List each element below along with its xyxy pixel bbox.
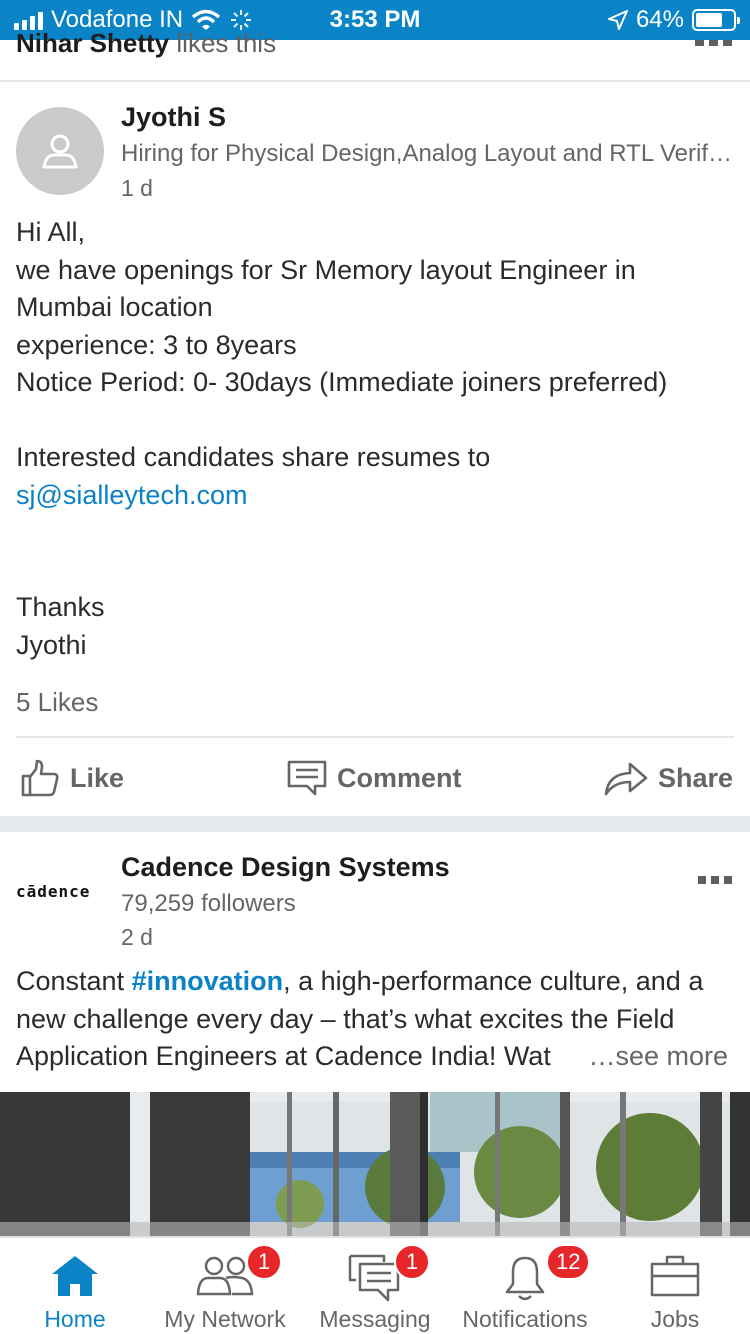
- post-author[interactable]: Jyothi S: [121, 102, 226, 133]
- bottom-nav: Home 1 My Network 1 Messaging 12 Notific…: [0, 1236, 750, 1334]
- company-logo[interactable]: cādence: [16, 882, 104, 918]
- post-time: 2 d: [121, 924, 153, 950]
- like-button[interactable]: Like: [20, 757, 124, 799]
- post-line: Jyothi: [16, 629, 87, 660]
- notifications-badge: 12: [546, 1244, 591, 1280]
- post-line: new challenge every day – that’s what ex…: [16, 1003, 675, 1034]
- comment-icon: [287, 760, 327, 796]
- see-more-link[interactable]: …see more: [588, 1038, 728, 1076]
- post-line: Mumbai location: [16, 292, 213, 322]
- tab-jobs-label: Jobs: [650, 1306, 700, 1332]
- activity-person[interactable]: Nihar Shetty: [16, 28, 169, 58]
- divider: [0, 80, 750, 82]
- post-line: Interested candidates share resumes to: [16, 442, 491, 472]
- briefcase-icon: [650, 1255, 700, 1297]
- location-arrow-icon: [607, 10, 628, 30]
- more-options-icon[interactable]: [698, 876, 732, 884]
- post-text: , a high-performance culture, and a: [283, 966, 704, 996]
- tab-jobs[interactable]: Jobs: [600, 1238, 750, 1334]
- tab-network-label: My Network: [164, 1306, 286, 1332]
- tab-messaging-label: Messaging: [319, 1306, 431, 1332]
- post-line: experience: 3 to 8years: [16, 329, 297, 360]
- battery-icon: [692, 9, 740, 31]
- home-icon: [52, 1256, 98, 1296]
- email-link[interactable]: sj@sialleytech.com: [16, 477, 736, 515]
- post-text: Application Engineers at Cadence India! …: [16, 1041, 551, 1071]
- share-label: Share: [658, 762, 734, 793]
- messaging-badge: 1: [394, 1244, 430, 1280]
- like-label: Like: [70, 762, 125, 793]
- activity-line: Nihar Shetty likes this: [16, 28, 276, 59]
- tab-messaging[interactable]: 1 Messaging: [300, 1238, 450, 1334]
- feed-separator: [0, 816, 750, 832]
- tab-notifications[interactable]: 12 Notifications: [450, 1238, 600, 1334]
- activity-text: likes this: [176, 28, 277, 58]
- comment-label: Comment: [337, 762, 462, 793]
- tab-home-label: Home: [44, 1306, 106, 1332]
- post-time: 1 d: [121, 175, 153, 201]
- tab-my-network[interactable]: 1 My Network: [150, 1238, 300, 1334]
- post-line: Hi All,: [16, 217, 86, 247]
- building-photo: [0, 1092, 750, 1236]
- followers-count: 79,259 followers: [121, 890, 296, 917]
- company-name[interactable]: Cadence Design Systems: [121, 852, 450, 883]
- likes-count[interactable]: 5 Likes: [16, 687, 98, 718]
- author-headline: Hiring for Physical Design,Analog Layout…: [121, 140, 732, 167]
- person-icon: [42, 134, 78, 169]
- battery-percent: 64%: [635, 6, 684, 33]
- hashtag-link[interactable]: #innovation: [132, 966, 284, 996]
- tab-home[interactable]: Home: [0, 1238, 150, 1334]
- post-line: we have openings for Sr Memory layout En…: [16, 254, 636, 285]
- post-text: Constant: [16, 966, 132, 996]
- post-body: Hi All, we have openings for Sr Memory l…: [16, 214, 736, 664]
- post-image[interactable]: [0, 1092, 750, 1236]
- tab-notifications-label: Notifications: [462, 1306, 588, 1332]
- thumbs-up-icon: [21, 759, 59, 797]
- bell-icon: [505, 1256, 545, 1301]
- company-logo-text: cādence: [16, 882, 91, 901]
- divider: [16, 736, 734, 738]
- more-options-icon[interactable]: [695, 40, 732, 46]
- comment-button[interactable]: Comment: [287, 757, 462, 799]
- share-button[interactable]: Share: [604, 757, 733, 799]
- share-arrow-icon: [604, 762, 648, 796]
- network-badge: 1: [246, 1244, 282, 1280]
- post-line: Notice Period: 0- 30days (Immediate join…: [16, 367, 668, 397]
- avatar[interactable]: [16, 107, 104, 195]
- post-body: Constant #innovation, a high-performance…: [16, 963, 736, 1076]
- post-line: Thanks: [16, 592, 105, 622]
